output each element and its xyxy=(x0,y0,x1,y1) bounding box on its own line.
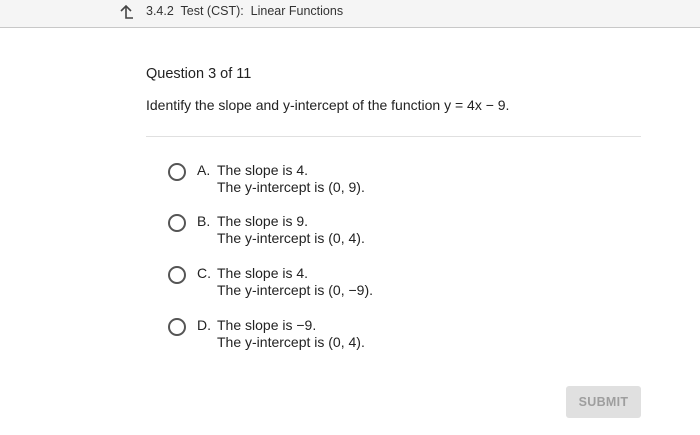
submit-button[interactable]: SUBMIT xyxy=(566,386,641,418)
choice-intercept-text: The y-intercept is (0, 4). xyxy=(217,334,365,350)
divider xyxy=(146,136,641,137)
radio-button-a[interactable] xyxy=(168,163,186,181)
choice-intercept-text: The y-intercept is (0, 9). xyxy=(217,179,365,195)
choice-slope-text: The slope is 4. xyxy=(217,162,309,178)
question-progress: Question 3 of 11 xyxy=(146,66,252,82)
choice-intercept-text: The y-intercept is (0, −9). xyxy=(217,282,374,298)
breadcrumb: 3.4.2 Test (CST): Linear Functions xyxy=(146,4,344,18)
radio-button-d[interactable] xyxy=(168,318,186,336)
radio-button-c[interactable] xyxy=(168,266,186,284)
choice-c[interactable]: C. The slope is 4. The y-intercept is (0… xyxy=(166,265,586,306)
question-prompt: Identify the slope and y-intercept of th… xyxy=(146,97,510,113)
choice-slope-text: The slope is 4. xyxy=(217,265,309,281)
radio-button-b[interactable] xyxy=(168,214,186,232)
choice-letter: B. xyxy=(197,213,211,229)
return-arrow-icon[interactable] xyxy=(117,3,135,21)
choice-slope-text: The slope is −9. xyxy=(217,317,317,333)
choice-d[interactable]: D. The slope is −9. The y-intercept is (… xyxy=(166,317,586,358)
choice-letter: D. xyxy=(197,317,211,333)
choice-b[interactable]: B. The slope is 9. The y-intercept is (0… xyxy=(166,213,586,254)
choice-letter: C. xyxy=(197,265,211,281)
choice-letter: A. xyxy=(197,162,211,178)
choice-slope-text: The slope is 9. xyxy=(217,213,309,229)
choice-intercept-text: The y-intercept is (0, 4). xyxy=(217,230,365,246)
choice-a[interactable]: A. The slope is 4. The y-intercept is (0… xyxy=(166,162,586,203)
top-bar: 3.4.2 Test (CST): Linear Functions xyxy=(0,0,700,28)
